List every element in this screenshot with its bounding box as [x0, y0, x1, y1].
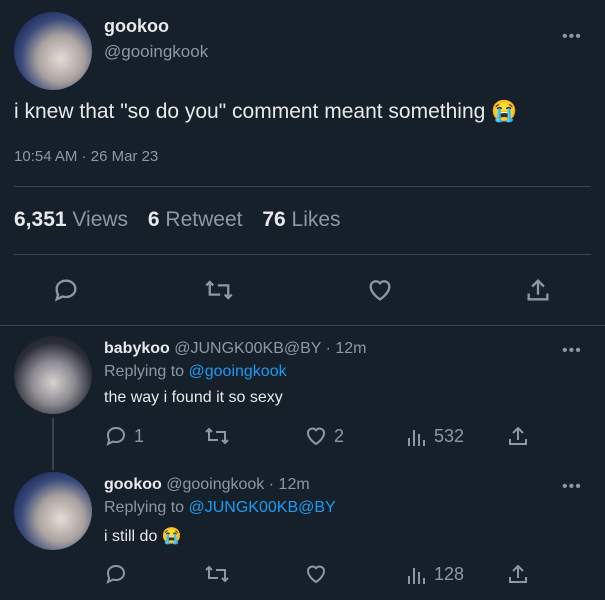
- tweet-text-body: i knew that "so do you" comment meant so…: [14, 100, 486, 123]
- retweet-icon: [205, 280, 233, 300]
- reply-icon: [54, 279, 77, 302]
- tweet-date: 26 Mar 23: [90, 148, 159, 165]
- tweet-timestamp[interactable]: 10:54 AM · 26 Mar 23: [14, 148, 158, 165]
- likes-count: 76: [262, 208, 286, 231]
- reply-display-name[interactable]: gookoo: [104, 476, 162, 493]
- retweet-icon: [205, 565, 229, 583]
- reply-text: the way i found it so sexy: [104, 389, 283, 406]
- share-button[interactable]: [506, 424, 530, 448]
- reply-button[interactable]: [52, 276, 80, 304]
- like-button[interactable]: [366, 276, 394, 304]
- heart-icon: [369, 280, 391, 301]
- tweet-text: i knew that "so do you" comment meant so…: [14, 100, 517, 124]
- tweet-time: 10:54 AM: [14, 148, 78, 165]
- reply-count: 1: [134, 425, 145, 446]
- replying-to: Replying to @JUNGK00KB@BY: [104, 499, 336, 517]
- reply-action-bar: 1 2 532: [104, 424, 534, 450]
- views-stat[interactable]: 6,351 Views: [14, 208, 128, 231]
- like-button[interactable]: [304, 562, 328, 586]
- reply-button[interactable]: [104, 562, 128, 586]
- views-count: 532: [434, 425, 465, 446]
- reply-display-name[interactable]: babykoo: [104, 340, 170, 357]
- replying-to-link[interactable]: @gooingkook: [189, 363, 287, 380]
- reply-time: · 12m: [268, 476, 310, 493]
- retweet-button[interactable]: [204, 276, 234, 304]
- heart-icon: [306, 565, 326, 584]
- analytics-icon: [408, 568, 425, 584]
- reply-action-bar: 128: [104, 562, 534, 588]
- more-options-button[interactable]: •••: [562, 478, 582, 496]
- heart-icon: [306, 427, 326, 446]
- reply-avatar[interactable]: [14, 472, 92, 550]
- reply-time: · 12m: [325, 340, 367, 357]
- views-count: 6,351: [14, 208, 67, 231]
- replying-to-prefix: Replying to: [104, 363, 185, 380]
- like-count: 2: [334, 425, 345, 446]
- divider: [14, 254, 591, 255]
- timestamp-separator: ·: [81, 148, 87, 165]
- retweets-label: Retweet: [165, 208, 243, 231]
- replying-to-prefix: Replying to: [104, 499, 185, 516]
- divider: [14, 186, 591, 187]
- author-display-name[interactable]: gookoo: [104, 16, 169, 37]
- retweet-button[interactable]: [204, 424, 230, 448]
- reply-handle[interactable]: @JUNGK00KB@BY: [174, 340, 321, 357]
- reply-header: babykoo @JUNGK00KB@BY · 12m: [104, 340, 367, 358]
- views-button[interactable]: 128: [406, 562, 464, 586]
- stats-row: 6,351 Views 6 Retweet 76 Likes: [14, 208, 341, 232]
- likes-label: Likes: [291, 208, 341, 231]
- likes-stat[interactable]: 76 Likes: [262, 208, 340, 231]
- reply-handle[interactable]: @gooingkook: [166, 476, 264, 493]
- share-icon: [509, 564, 527, 583]
- analytics-icon: [408, 430, 425, 446]
- retweets-stat[interactable]: 6 Retweet: [148, 208, 243, 231]
- retweets-count: 6: [147, 208, 160, 231]
- views-button[interactable]: 532: [406, 424, 464, 448]
- like-button[interactable]: 2: [304, 424, 344, 448]
- author-handle[interactable]: @gooingkook: [104, 42, 208, 62]
- retweet-button[interactable]: [204, 562, 230, 586]
- views-count: 128: [434, 563, 465, 584]
- reply-icon: [106, 564, 126, 584]
- replying-to-link[interactable]: @JUNGK00KB@BY: [189, 499, 336, 516]
- avatar[interactable]: [14, 12, 92, 90]
- thread-line: [52, 418, 54, 470]
- reply-icon: [106, 426, 126, 446]
- share-icon: [527, 279, 549, 301]
- views-label: Views: [72, 208, 129, 231]
- crying-emoji-icon: 😭: [491, 100, 518, 123]
- replying-to: Replying to @gooingkook: [104, 363, 287, 381]
- share-button[interactable]: [524, 276, 552, 304]
- retweet-icon: [205, 427, 229, 445]
- more-options-button[interactable]: •••: [562, 342, 582, 360]
- reply-text: i still do 😭: [104, 526, 182, 546]
- reply-button[interactable]: 1: [104, 424, 144, 448]
- share-icon: [509, 426, 527, 445]
- reply-text-body: i still do: [104, 528, 158, 545]
- crying-emoji-icon: 😭: [161, 528, 182, 545]
- reply-avatar[interactable]: [14, 336, 92, 414]
- more-options-button[interactable]: •••: [562, 28, 582, 46]
- reply-header: gookoo @gooingkook · 12m: [104, 476, 310, 494]
- share-button[interactable]: [506, 562, 530, 586]
- divider: [0, 325, 605, 326]
